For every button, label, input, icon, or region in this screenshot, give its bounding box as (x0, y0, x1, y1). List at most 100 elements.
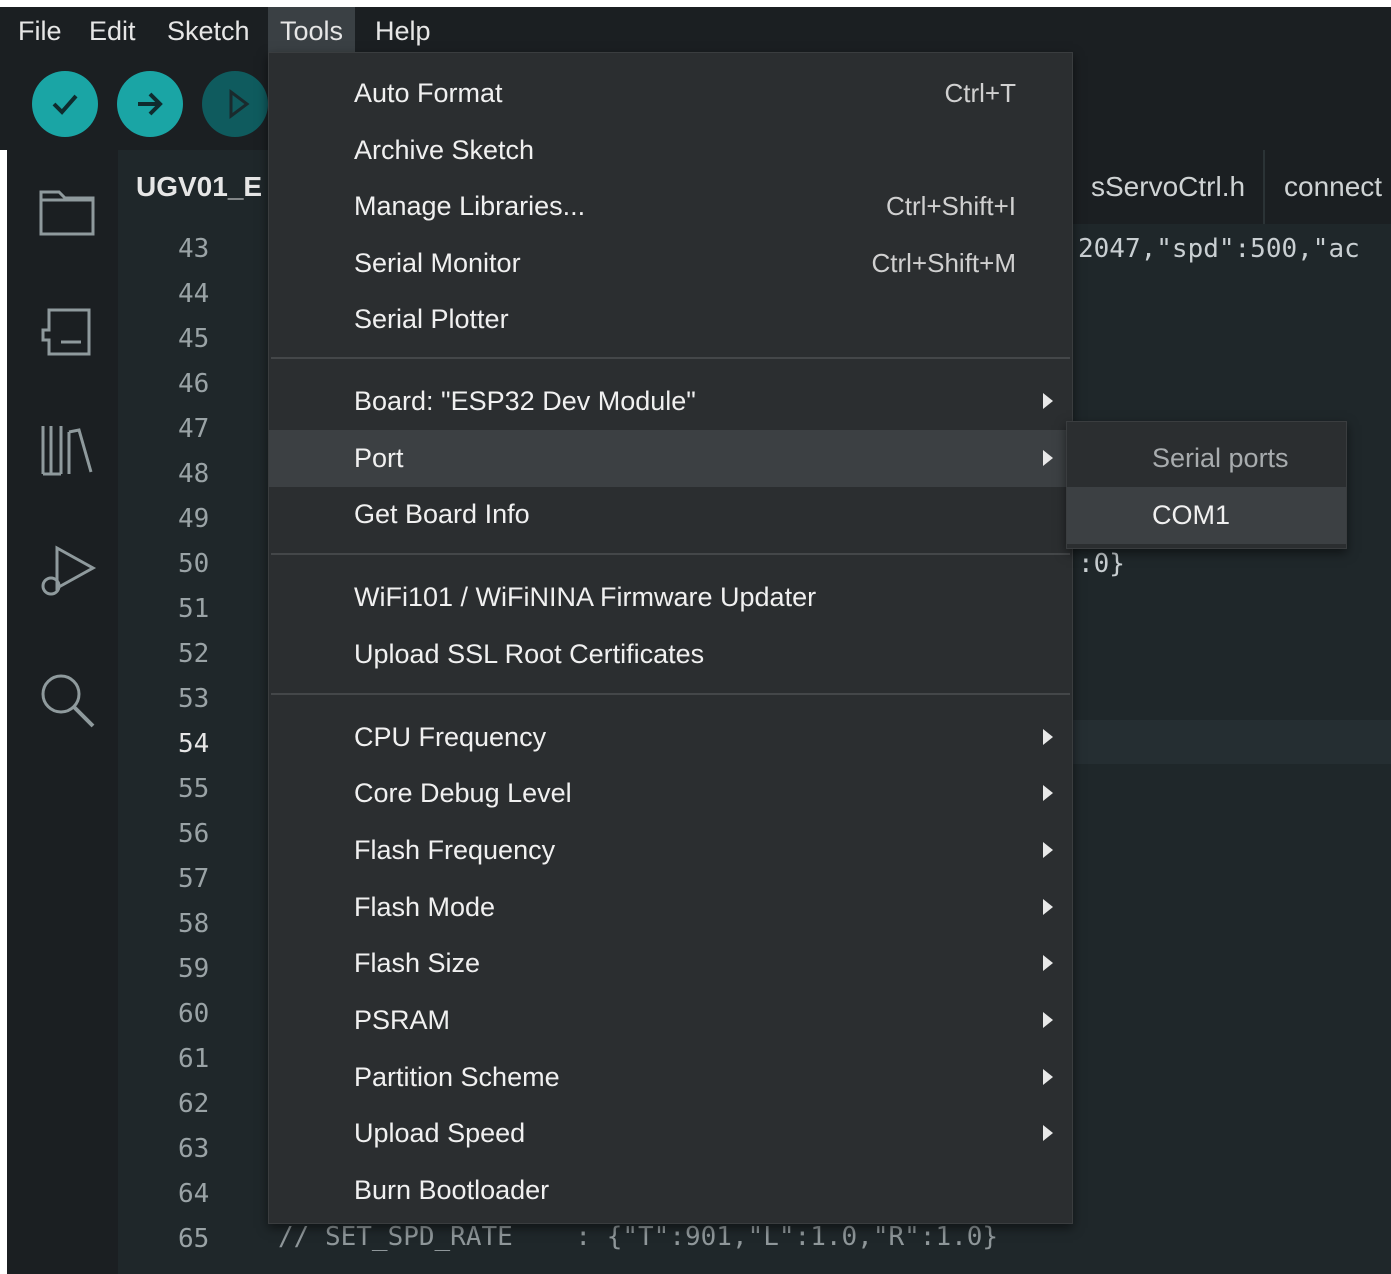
menu-item-serial-plotter[interactable]: Serial Plotter (269, 291, 1072, 348)
debug-icon (229, 89, 250, 119)
menu-item-label: Partition Scheme (354, 1062, 560, 1092)
library-icon[interactable] (35, 418, 99, 482)
line-number: 57 (178, 864, 210, 894)
menu-item-label: WiFi101 / WiFiNINA Firmware Updater (354, 582, 817, 612)
line-number: 64 (178, 1179, 210, 1209)
menu-item-label: PSRAM (354, 1005, 451, 1035)
tab-servoctrl[interactable]: sServoCtrl.h (1073, 150, 1266, 224)
menu-item-board[interactable]: Board: "ESP32 Dev Module" (269, 373, 1072, 430)
search-icon[interactable] (35, 668, 99, 732)
menu-item-label: Core Debug Level (354, 778, 572, 808)
port-item-label: COM1 (1152, 500, 1231, 530)
menu-item-label: CPU Frequency (354, 722, 547, 752)
line-number: 56 (178, 819, 210, 849)
menu-item-burn-bootloader[interactable]: Burn Bootloader (269, 1162, 1072, 1219)
code-line-43[interactable]: 2047,"spd":500,"ac (1078, 234, 1360, 264)
menu-item-psram[interactable]: PSRAM (269, 992, 1072, 1049)
line-number: 50 (178, 549, 210, 579)
line-number: 52 (178, 639, 210, 669)
port-submenu: Serial ports COM1 (1066, 421, 1347, 549)
board-manager-icon[interactable] (35, 300, 99, 364)
submenu-arrow-icon (1043, 842, 1053, 858)
menu-edit[interactable]: Edit (77, 7, 148, 55)
port-item-com1[interactable]: COM1 (1067, 487, 1346, 544)
code-line-50[interactable]: :0} (1078, 549, 1125, 579)
submenu-arrow-icon (1043, 450, 1053, 466)
menu-item-label: Board: "ESP32 Dev Module" (354, 386, 696, 416)
menu-item-partition-scheme[interactable]: Partition Scheme (269, 1049, 1072, 1106)
verify-button[interactable] (32, 71, 98, 137)
menu-item-upload-ssl-certs[interactable]: Upload SSL Root Certificates (269, 626, 1072, 683)
menu-item-archive-sketch[interactable]: Archive Sketch (269, 122, 1072, 179)
debug-button[interactable] (202, 71, 268, 137)
submenu-header-label: Serial ports (1152, 443, 1289, 473)
menu-item-serial-monitor[interactable]: Serial Monitor Ctrl+Shift+M (269, 235, 1072, 292)
menu-item-label: Get Board Info (354, 499, 530, 529)
line-number: 53 (178, 684, 210, 714)
menu-item-label: Serial Plotter (354, 304, 509, 334)
menu-item-flash-mode[interactable]: Flash Mode (269, 879, 1072, 936)
checkmark-icon (52, 94, 78, 115)
menu-item-label: Upload Speed (354, 1118, 526, 1148)
menu-item-label: Burn Bootloader (354, 1175, 550, 1205)
code-line-65[interactable]: // SET_SPD_RATE : {"T":901,"L":1.0,"R":1… (278, 1222, 998, 1252)
menu-item-port[interactable]: Port (269, 430, 1072, 487)
menu-item-label: Manage Libraries... (354, 191, 586, 221)
debug-sidebar-icon[interactable] (35, 542, 99, 606)
line-number: 65 (178, 1224, 210, 1254)
menu-item-shortcut: Ctrl+Shift+I (885, 191, 1016, 221)
menu-item-get-board-info[interactable]: Get Board Info (269, 486, 1072, 543)
menu-item-label: Archive Sketch (354, 135, 535, 165)
submenu-arrow-icon (1043, 393, 1053, 409)
menu-sketch[interactable]: Sketch (155, 7, 262, 55)
menu-separator (271, 357, 1070, 359)
menu-file[interactable]: File (6, 7, 74, 55)
tab-main-sketch[interactable]: UGV01_E (118, 150, 281, 224)
upload-button[interactable] (117, 71, 183, 137)
submenu-arrow-icon (1043, 1069, 1053, 1085)
line-number: 43 (178, 234, 210, 264)
line-number: 48 (178, 459, 210, 489)
line-number: 61 (178, 1044, 210, 1074)
line-number: 46 (178, 369, 210, 399)
submenu-arrow-icon (1043, 899, 1053, 915)
line-number: 60 (178, 999, 210, 1029)
line-number: 45 (178, 324, 210, 354)
menu-item-firmware-updater[interactable]: WiFi101 / WiFiNINA Firmware Updater (269, 569, 1072, 626)
line-number: 55 (178, 774, 210, 804)
menu-item-label: Flash Frequency (354, 835, 556, 865)
menu-item-cpu-frequency[interactable]: CPU Frequency (269, 709, 1072, 766)
menu-item-shortcut: Ctrl+Shift+M (871, 248, 1017, 278)
line-number-gutter: 43 44 45 46 47 48 49 50 51 52 53 54 55 5… (118, 224, 268, 1274)
menu-item-label: Serial Monitor (354, 248, 521, 278)
menu-separator (271, 553, 1070, 555)
folder-icon[interactable] (35, 178, 99, 242)
submenu-header-serial-ports: Serial ports (1067, 430, 1346, 487)
tab-connect[interactable]: connect (1266, 150, 1391, 224)
menu-item-flash-frequency[interactable]: Flash Frequency (269, 822, 1072, 879)
line-number: 49 (178, 504, 210, 534)
line-number: 47 (178, 414, 210, 444)
line-number-current: 54 (178, 729, 210, 759)
submenu-arrow-icon (1043, 1125, 1053, 1141)
menu-help[interactable]: Help (363, 7, 443, 55)
menu-item-core-debug-level[interactable]: Core Debug Level (269, 765, 1072, 822)
line-number: 59 (178, 954, 210, 984)
menu-item-flash-size[interactable]: Flash Size (269, 935, 1072, 992)
menu-item-label: Port (354, 443, 404, 473)
left-sidebar (0, 150, 118, 1274)
line-number: 51 (178, 594, 210, 624)
menu-tools[interactable]: Tools (268, 7, 356, 55)
line-number: 62 (178, 1089, 210, 1119)
line-number: 63 (178, 1134, 210, 1164)
line-number: 58 (178, 909, 210, 939)
menu-item-label: Auto Format (354, 78, 503, 108)
menu-item-upload-speed[interactable]: Upload Speed (269, 1105, 1072, 1162)
menu-separator (271, 693, 1070, 695)
menu-item-shortcut: Ctrl+T (944, 78, 1017, 108)
menu-item-label: Upload SSL Root Certificates (354, 639, 705, 669)
menu-item-manage-libraries[interactable]: Manage Libraries... Ctrl+Shift+I (269, 178, 1072, 235)
submenu-arrow-icon (1043, 729, 1053, 745)
menu-item-label: Flash Size (354, 948, 481, 978)
menu-item-auto-format[interactable]: Auto Format Ctrl+T (269, 65, 1072, 122)
